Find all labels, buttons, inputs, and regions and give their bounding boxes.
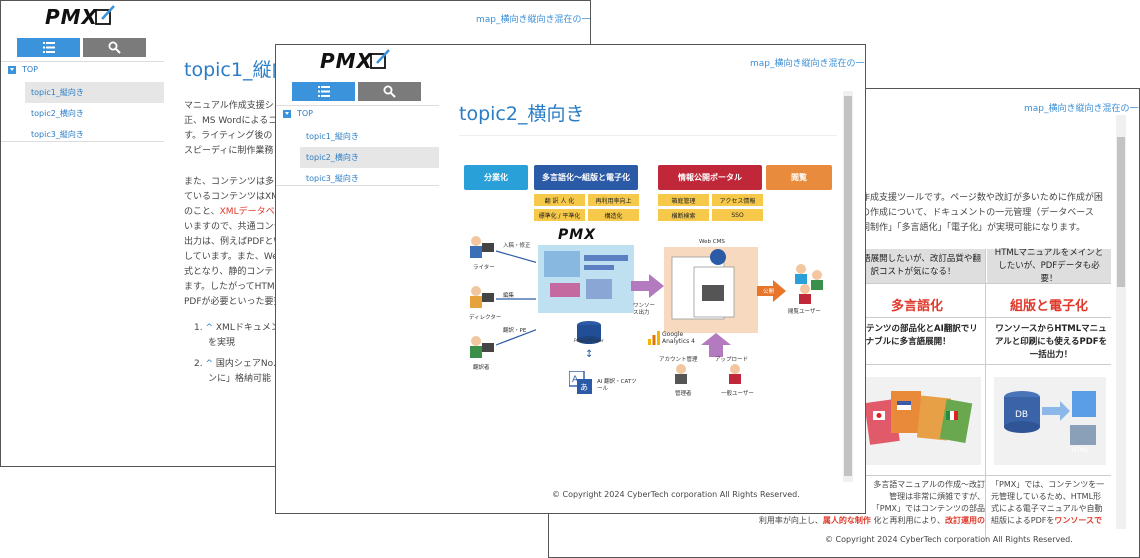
db-to-html-illustration: DB HTML	[994, 377, 1106, 465]
action-translate: 翻訳・PE	[503, 328, 527, 334]
chip: 再利用率向上	[588, 194, 639, 206]
chip: 翻 訳 人 化	[534, 194, 585, 206]
toc-button[interactable]	[17, 38, 80, 57]
sidebar-nav: TOP topic1_縦向き topic2_横向き topic3_縦向き	[8, 65, 164, 145]
chip: 横断検索	[658, 209, 709, 221]
sidebar-item-topic2[interactable]: topic2_横向き	[300, 147, 439, 168]
scrollbar[interactable]	[1116, 115, 1126, 529]
svg-text:DB: DB	[1015, 410, 1028, 420]
map-link[interactable]: map_横向き縦向き混在の一例	[1024, 101, 1139, 114]
collapse-icon	[8, 65, 16, 74]
column-title-typesetting: 組版と電子化	[1009, 299, 1088, 314]
search-icon	[108, 41, 121, 54]
pill-division: 分業化	[464, 165, 528, 190]
table-divider	[841, 317, 1111, 318]
translate-icon: A あ	[569, 371, 592, 394]
pill-view: 閲覧	[766, 165, 832, 190]
role-writer: ライター	[473, 265, 495, 271]
sidebar-divider	[1, 61, 164, 62]
intro-paragraph: 作成支援ツールです。ページ数や改訂が多いために作成が困 の作成について、ドキュメン…	[861, 193, 1103, 233]
bidirectional-arrow: ↕	[585, 349, 594, 360]
svg-text:あ: あ	[580, 383, 588, 392]
search-button[interactable]	[358, 82, 421, 101]
general-user-icon	[729, 364, 741, 384]
account-label: アカウント管理	[659, 357, 698, 363]
viewer-label: 閲覧ユーザー	[788, 309, 821, 315]
map-link[interactable]: map_横向き縦向き混在の一例	[750, 56, 865, 69]
chip: 構造化	[588, 209, 639, 221]
upload-label: アップロード	[715, 357, 749, 363]
table-header-typesetting: HTMLマニュアルをメインとしたいが、PDFデータも必要！	[987, 248, 1111, 284]
sidebar-item-topic1[interactable]: topic1_縦向き	[25, 82, 164, 103]
copyright-footer: © Copyright 2024 CyberTech corporation A…	[552, 490, 800, 499]
sidebar-bottom-divider	[1, 141, 164, 142]
scrollbar-thumb[interactable]	[1117, 137, 1125, 287]
web-cms-graphic	[664, 247, 758, 333]
chip: アクセス情報	[712, 194, 763, 206]
xml-db-link[interactable]: XMLデータベー	[220, 207, 284, 217]
column-desc-typesetting: ワンソースからHTMLマニュアルと印刷にも使えるPDFを一括出力！	[994, 324, 1108, 360]
map-link[interactable]: map_横向き縦向き混在の一例	[476, 12, 590, 25]
pen-logo-icon	[95, 5, 115, 25]
table-divider	[841, 475, 1111, 476]
pill-multilingual: 多言語化～組版と電子化	[534, 165, 638, 190]
search-icon	[383, 85, 396, 98]
list-icon	[318, 86, 330, 97]
pmx-center-logo: PMX	[558, 227, 596, 243]
output-arrow	[631, 274, 664, 298]
pill-portal: 情報公開ポータル	[658, 165, 762, 190]
action-edit: 編集	[503, 293, 515, 299]
chip: 箱庭管理	[658, 194, 709, 206]
pmx-logo[interactable]: PMX	[320, 49, 390, 73]
column-body-typesetting: 「PMX」では、コンテンツを一 元管理しているため、HTML形 式による電子マニ…	[991, 480, 1105, 525]
column-title-multilingual: 多言語化	[890, 299, 943, 314]
upload-arrow	[701, 333, 731, 357]
multilingual-books-illustration	[849, 377, 981, 465]
nav-top[interactable]: TOP	[283, 109, 439, 118]
search-button[interactable]	[83, 38, 146, 57]
action-submit: 入稿・修正	[503, 243, 531, 249]
admin-label: 管理者	[675, 391, 692, 397]
list-icon	[43, 42, 55, 53]
sidebar-item-topic2[interactable]: topic2_横向き	[25, 103, 164, 124]
table-divider	[841, 364, 1111, 365]
pen-logo-icon	[370, 49, 390, 69]
title-underline	[459, 135, 837, 136]
page-title: topic2_横向き	[459, 103, 585, 125]
viewer-users-illustration	[795, 264, 823, 304]
sidebar-item-topic1[interactable]: topic1_縦向き	[300, 126, 439, 147]
copyright-footer: © Copyright 2024 CyberTech corporation A…	[825, 535, 1073, 544]
admin-person-icon	[675, 364, 687, 384]
chip: 標準化 / 平準化	[534, 209, 585, 221]
one-source-output: ワンソース出力	[633, 303, 656, 316]
ai-translation-label: AI 翻訳・CATツール	[597, 379, 637, 392]
table-divider	[985, 249, 986, 539]
pmx-workspace-graphic	[538, 245, 634, 313]
analytics-icon	[648, 331, 660, 345]
nav-top[interactable]: TOP	[8, 65, 164, 74]
window-topic2: PMX map_横向き縦向き混在の一例 TOP topic1_縦向き topic…	[275, 44, 866, 514]
publish-label: 公開	[763, 289, 775, 295]
column-desc-multilingual: コンテンツの部品化とAI翻訳でリーズナブルに多言語展開！	[849, 324, 978, 347]
chip: SSO	[712, 209, 763, 221]
general-user-label: 一般ユーザー	[721, 391, 754, 397]
ga-label: Google Analytics 4	[662, 331, 695, 345]
role-director: ディレクター	[469, 315, 502, 321]
collapse-icon	[283, 109, 291, 118]
sidebar-nav: TOP topic1_縦向き topic2_横向き topic3_縦向き	[283, 109, 439, 189]
scrollbar-thumb[interactable]	[844, 96, 852, 476]
role-translator: 翻訳者	[473, 365, 490, 371]
sidebar-divider	[276, 105, 439, 106]
sidebar-bottom-divider	[276, 185, 439, 186]
toc-button[interactable]	[292, 82, 355, 101]
pmx-logo[interactable]: PMX	[45, 5, 115, 29]
roles-illustration	[470, 236, 536, 358]
db-label: PowerXPlorer	[574, 339, 604, 344]
system-diagram: 分業化 多言語化～組版と電子化 情報公開ポータル 閲覧 翻 訳 人 化 再利用率…	[461, 163, 837, 405]
web-cms-label: Web CMS	[699, 239, 725, 245]
scrollbar[interactable]	[843, 91, 853, 482]
svg-text:HTML: HTML	[1072, 447, 1089, 454]
table-divider	[841, 283, 1111, 284]
